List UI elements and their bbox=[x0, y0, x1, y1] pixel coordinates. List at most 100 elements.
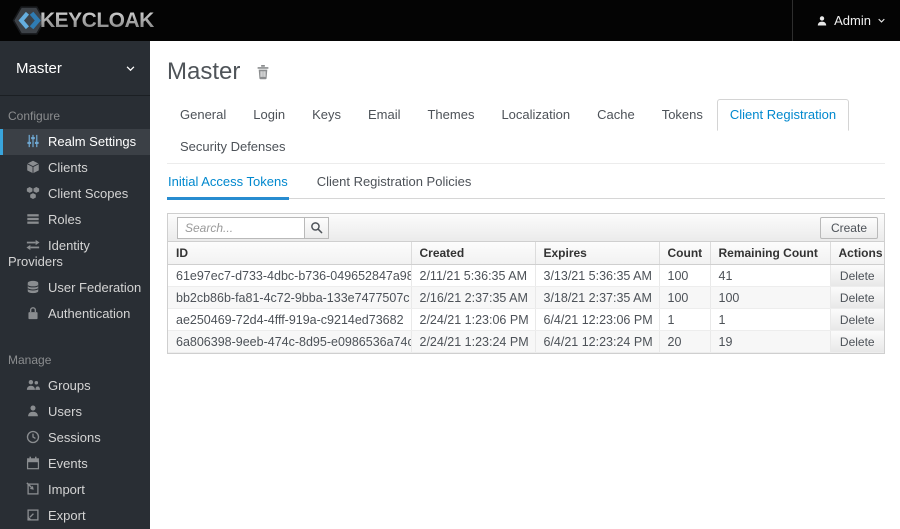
tab-client-registration[interactable]: Client Registration bbox=[716, 99, 850, 131]
create-button[interactable]: Create bbox=[819, 216, 878, 239]
cell-created: 2/16/21 2:37:35 AM bbox=[411, 286, 536, 309]
cell-created: 2/24/21 1:23:06 PM bbox=[411, 308, 536, 331]
cell-actions: Delete bbox=[829, 286, 884, 309]
search-group bbox=[177, 216, 329, 239]
cell-actions: Delete bbox=[829, 264, 884, 287]
search-input[interactable] bbox=[177, 216, 305, 239]
sidebar-section: Manage Groups Users Sessions Events Impo… bbox=[0, 327, 150, 529]
cell-count: 100 bbox=[659, 264, 711, 287]
topbar: KEYCLOAK Admin bbox=[0, 0, 900, 41]
sidebar-item-label: Roles bbox=[48, 212, 82, 227]
sidebar-item-identity-providers[interactable]: Identity Providers bbox=[0, 233, 150, 275]
sidebar-item-export[interactable]: Export bbox=[0, 503, 150, 529]
sidebar-section-label-manage: Manage bbox=[8, 353, 52, 367]
column-header-id: ID bbox=[168, 242, 412, 265]
column-header-remaining-count: Remaining Count bbox=[710, 242, 831, 265]
search-button[interactable] bbox=[304, 216, 329, 239]
delete-button[interactable]: Delete bbox=[831, 331, 884, 352]
sidebar: Master Configure Realm Settings Clients … bbox=[0, 41, 150, 529]
sidebar-item-users[interactable]: Users bbox=[0, 399, 150, 425]
tab-security-defenses[interactable]: Security Defenses bbox=[167, 131, 299, 163]
tab-general[interactable]: General bbox=[167, 99, 239, 131]
table-row: ae250469-72d4-4fff-919a-c9214ed73682 2/24… bbox=[168, 308, 884, 331]
column-header-count: Count bbox=[659, 242, 711, 265]
admin-user-menu[interactable]: Admin bbox=[792, 0, 900, 41]
trash-icon[interactable] bbox=[255, 64, 271, 80]
cell-remaining-count: 19 bbox=[710, 330, 831, 353]
chevron-down-icon bbox=[877, 16, 886, 25]
cube-icon bbox=[26, 160, 40, 174]
sidebar-item-realm-settings[interactable]: Realm Settings bbox=[0, 129, 150, 155]
table-row: 6a806398-9eeb-474c-8d95-e0986536a74c 2/24… bbox=[168, 330, 884, 353]
tab-email[interactable]: Email bbox=[355, 99, 414, 131]
cell-created: 2/11/21 5:36:35 AM bbox=[411, 264, 536, 287]
sidebar-item-user-federation[interactable]: User Federation bbox=[0, 275, 150, 301]
column-header-expires: Expires bbox=[535, 242, 660, 265]
sidebar-item-label: Authentication bbox=[48, 306, 131, 321]
sidebar-item-authentication[interactable]: Authentication bbox=[0, 301, 150, 327]
exchange-icon bbox=[26, 238, 40, 252]
sidebar-item-label: Events bbox=[48, 456, 88, 471]
calendar-icon bbox=[26, 456, 40, 470]
cell-id: 6a806398-9eeb-474c-8d95-e0986536a74c bbox=[168, 330, 412, 353]
realm-selector[interactable]: Master bbox=[0, 41, 150, 96]
tab-cache[interactable]: Cache bbox=[584, 99, 648, 131]
subtab-client-registration-policies[interactable]: Client Registration Policies bbox=[316, 165, 473, 200]
tab-keys[interactable]: Keys bbox=[299, 99, 354, 131]
cell-count: 20 bbox=[659, 330, 711, 353]
page-title: Master bbox=[167, 58, 241, 85]
sidebar-item-label: Groups bbox=[48, 378, 91, 393]
sidebar-item-events[interactable]: Events bbox=[0, 451, 150, 477]
realm-selector-label: Master bbox=[16, 59, 62, 77]
page-header: Master bbox=[167, 58, 885, 86]
chevron-down-icon bbox=[125, 63, 136, 74]
sidebar-item-label: Identity Providers bbox=[8, 238, 90, 269]
cell-count: 100 bbox=[659, 286, 711, 309]
main-content: Master General Login Keys Email Themes Locali… bbox=[150, 41, 900, 529]
initial-access-tokens-panel: Create IDCreatedExpiresCountRemaining Co… bbox=[167, 213, 885, 354]
sidebar-section-label-configure: Configure bbox=[8, 109, 61, 123]
cell-actions: Delete bbox=[829, 308, 884, 331]
sidebar-item-label: Import bbox=[48, 482, 85, 497]
cell-remaining-count: 100 bbox=[710, 286, 831, 309]
user-icon bbox=[26, 404, 40, 418]
cell-expires: 3/18/21 2:37:35 AM bbox=[535, 286, 660, 309]
import-icon bbox=[26, 482, 40, 496]
sidebar-item-client-scopes[interactable]: Client Scopes bbox=[0, 181, 150, 207]
sidebar-section: Configure Realm Settings Clients Client … bbox=[0, 96, 150, 327]
column-header-actions: Actions bbox=[830, 242, 884, 265]
tab-tokens[interactable]: Tokens bbox=[649, 99, 716, 131]
tab-login[interactable]: Login bbox=[240, 99, 298, 131]
keycloak-admin-console: KEYCLOAK Admin Master Configure Realm Se… bbox=[0, 0, 900, 529]
sidebar-item-label: Clients bbox=[48, 160, 88, 175]
tab-themes[interactable]: Themes bbox=[414, 99, 487, 131]
clock-icon bbox=[26, 430, 40, 444]
tab-localization[interactable]: Localization bbox=[488, 99, 583, 131]
sidebar-item-roles[interactable]: Roles bbox=[0, 207, 150, 233]
sidebar-item-groups[interactable]: Groups bbox=[0, 373, 150, 399]
cubes-icon bbox=[26, 186, 40, 200]
subtab-initial-access-tokens[interactable]: Initial Access Tokens bbox=[167, 165, 289, 200]
users-icon bbox=[26, 378, 40, 392]
table-toolbar: Create bbox=[168, 214, 884, 242]
delete-button[interactable]: Delete bbox=[831, 265, 884, 286]
cell-expires: 3/13/21 5:36:35 AM bbox=[535, 264, 660, 287]
sliders-icon bbox=[26, 134, 40, 148]
cell-expires: 6/4/21 12:23:24 PM bbox=[535, 330, 660, 353]
brand-text: KEYCLOAK bbox=[40, 8, 154, 32]
sidebar-item-label: User Federation bbox=[48, 280, 142, 295]
sidebar-item-import[interactable]: Import bbox=[0, 477, 150, 503]
sidebar-item-label: Sessions bbox=[48, 430, 101, 445]
sidebar-item-sessions[interactable]: Sessions bbox=[0, 425, 150, 451]
table-row: bb2cb86b-fa81-4c72-9bba-133e7477507c 2/16… bbox=[168, 286, 884, 309]
table-header-row: ID Created Expires Count Remaining Count Acti… bbox=[168, 242, 884, 265]
sidebar-nav: Configure Realm Settings Clients Client … bbox=[0, 96, 150, 529]
realm-tabs: General Login Keys Email Themes Localization C… bbox=[167, 99, 885, 164]
search-icon bbox=[310, 221, 323, 234]
delete-button[interactable]: Delete bbox=[831, 309, 884, 330]
cell-id: 61e97ec7-d733-4dbc-b736-049652847a98 bbox=[168, 264, 412, 287]
cell-id: ae250469-72d4-4fff-919a-c9214ed73682 bbox=[168, 308, 412, 331]
keycloak-logo[interactable]: KEYCLOAK bbox=[0, 5, 154, 36]
sidebar-item-clients[interactable]: Clients bbox=[0, 155, 150, 181]
delete-button[interactable]: Delete bbox=[831, 287, 884, 308]
